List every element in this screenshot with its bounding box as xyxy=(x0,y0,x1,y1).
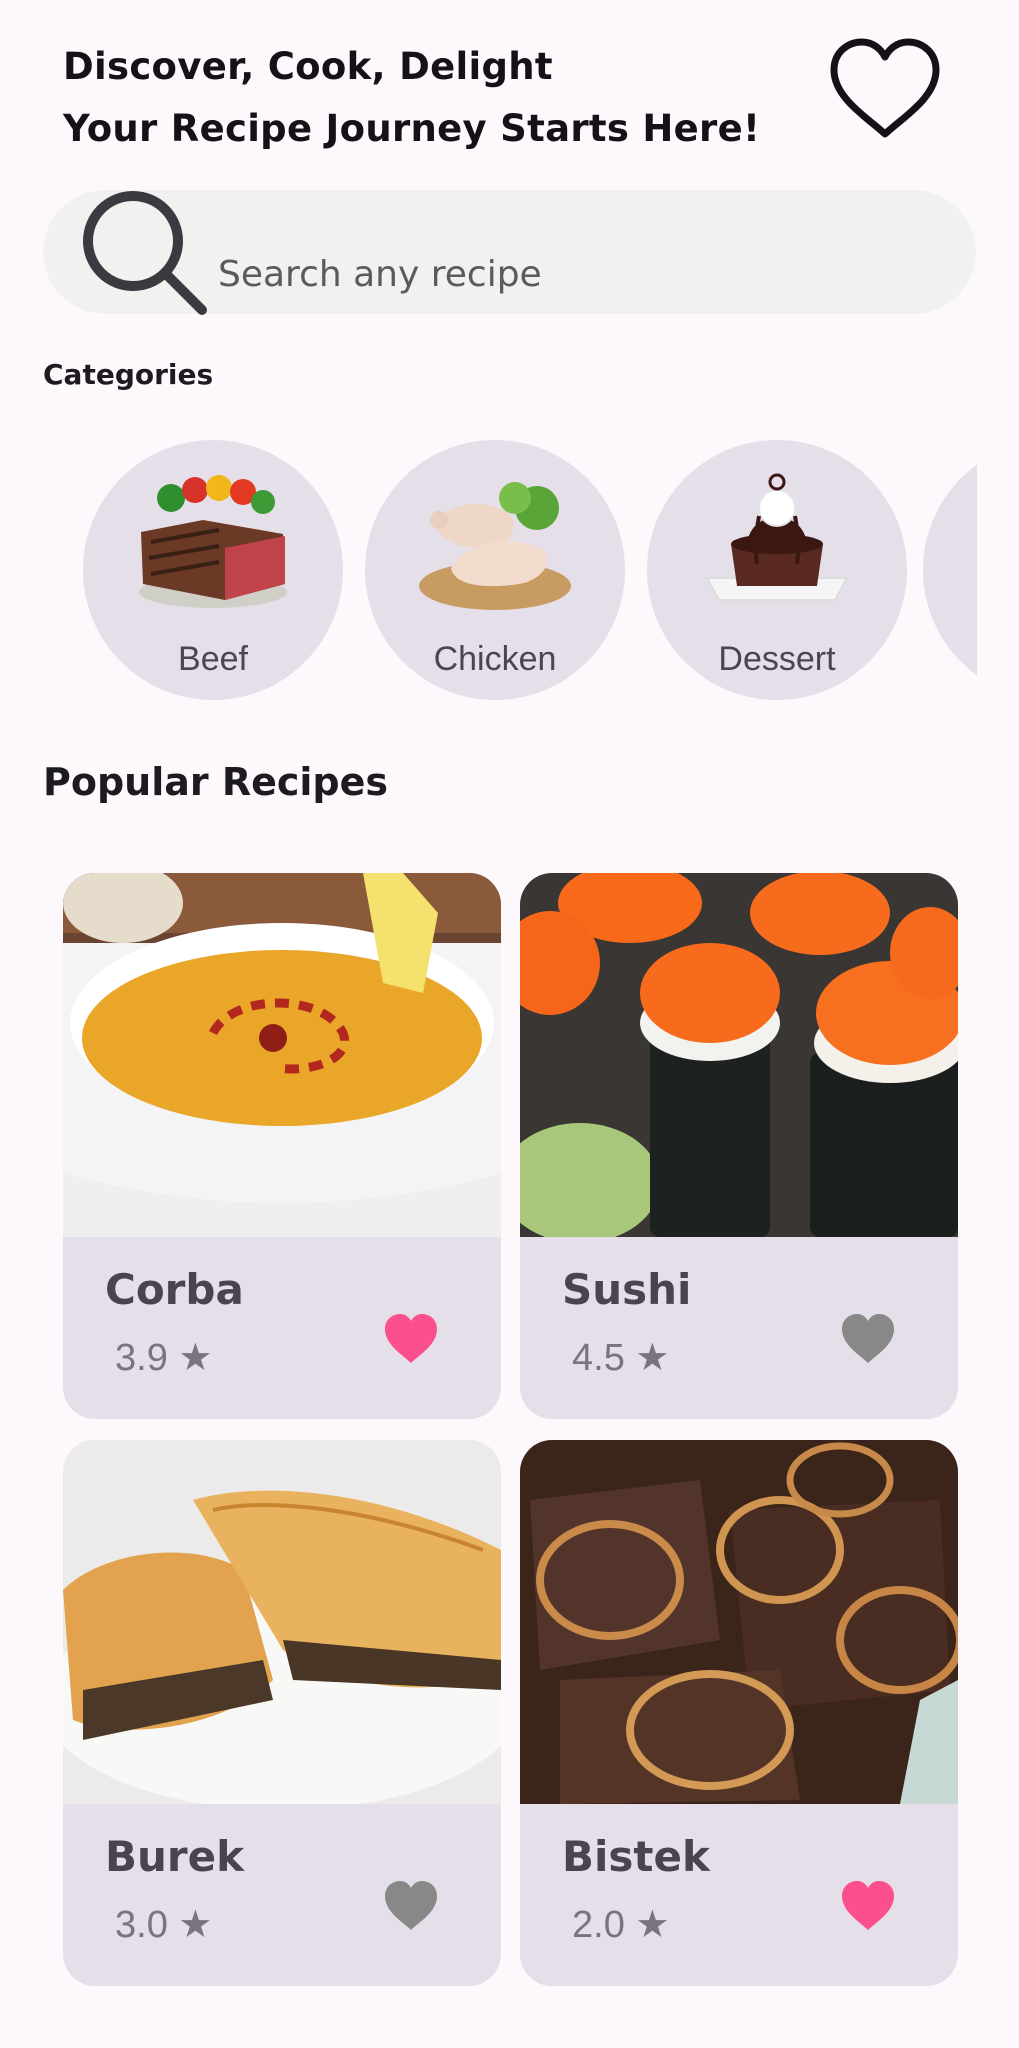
recipe-rating: 2.0 ★ xyxy=(572,1904,670,1946)
recipe-card-sushi[interactable]: Sushi 4.5 ★ xyxy=(520,873,958,1419)
category-next-partial[interactable] xyxy=(923,440,977,700)
category-label-chicken: Chicken xyxy=(433,640,557,678)
category-dessert[interactable]: Dessert xyxy=(647,440,907,700)
recipe-card-corba[interactable]: Corba 3.9 ★ xyxy=(63,873,501,1419)
recipe-card-bistek[interactable]: Bistek 2.0 ★ xyxy=(520,1440,958,1986)
category-label-beef: Beef xyxy=(178,640,248,678)
beef-image xyxy=(139,475,287,608)
category-beef[interactable]: Beef xyxy=(83,440,343,700)
dessert-image xyxy=(705,473,849,601)
recipe-name: Sushi xyxy=(562,1265,692,1314)
category-chicken[interactable]: Chicken xyxy=(365,440,625,700)
recipe-card-burek[interactable]: Burek 3.0 ★ xyxy=(63,1440,501,1986)
popular-recipes-title: Popular Recipes xyxy=(43,760,389,804)
chicken-image xyxy=(419,482,571,610)
recipe-name: Bistek xyxy=(562,1832,710,1881)
recipe-rating: 4.5 ★ xyxy=(572,1337,670,1379)
categories-title: Categories xyxy=(43,358,214,391)
headline-line-1: Discover, Cook, Delight xyxy=(63,45,553,88)
categories-strip[interactable]: Beef Chicken Dessert xyxy=(43,430,977,710)
favorite-heart-icon[interactable] xyxy=(383,1880,439,1932)
bistek-image xyxy=(520,1440,958,1804)
favorites-button[interactable] xyxy=(828,38,942,142)
favorite-heart-icon[interactable] xyxy=(840,1880,896,1932)
favorite-heart-icon[interactable] xyxy=(383,1313,439,1365)
recipe-name: Corba xyxy=(105,1265,244,1314)
search-input[interactable] xyxy=(218,222,918,314)
sushi-image xyxy=(520,873,958,1237)
recipe-rating: 3.9 ★ xyxy=(115,1337,213,1379)
heart-outline-icon xyxy=(830,38,940,138)
burek-image xyxy=(63,1440,501,1804)
recipe-rating: 3.0 ★ xyxy=(115,1904,213,1946)
category-label-dessert: Dessert xyxy=(718,640,836,678)
search-icon[interactable] xyxy=(78,186,214,322)
favorite-heart-icon[interactable] xyxy=(840,1313,896,1365)
recipe-name: Burek xyxy=(105,1832,245,1881)
corba-image xyxy=(63,873,501,1237)
headline-line-2: Your Recipe Journey Starts Here! xyxy=(63,107,761,150)
page-headline: Discover, Cook, Delight Your Recipe Jour… xyxy=(63,36,783,160)
